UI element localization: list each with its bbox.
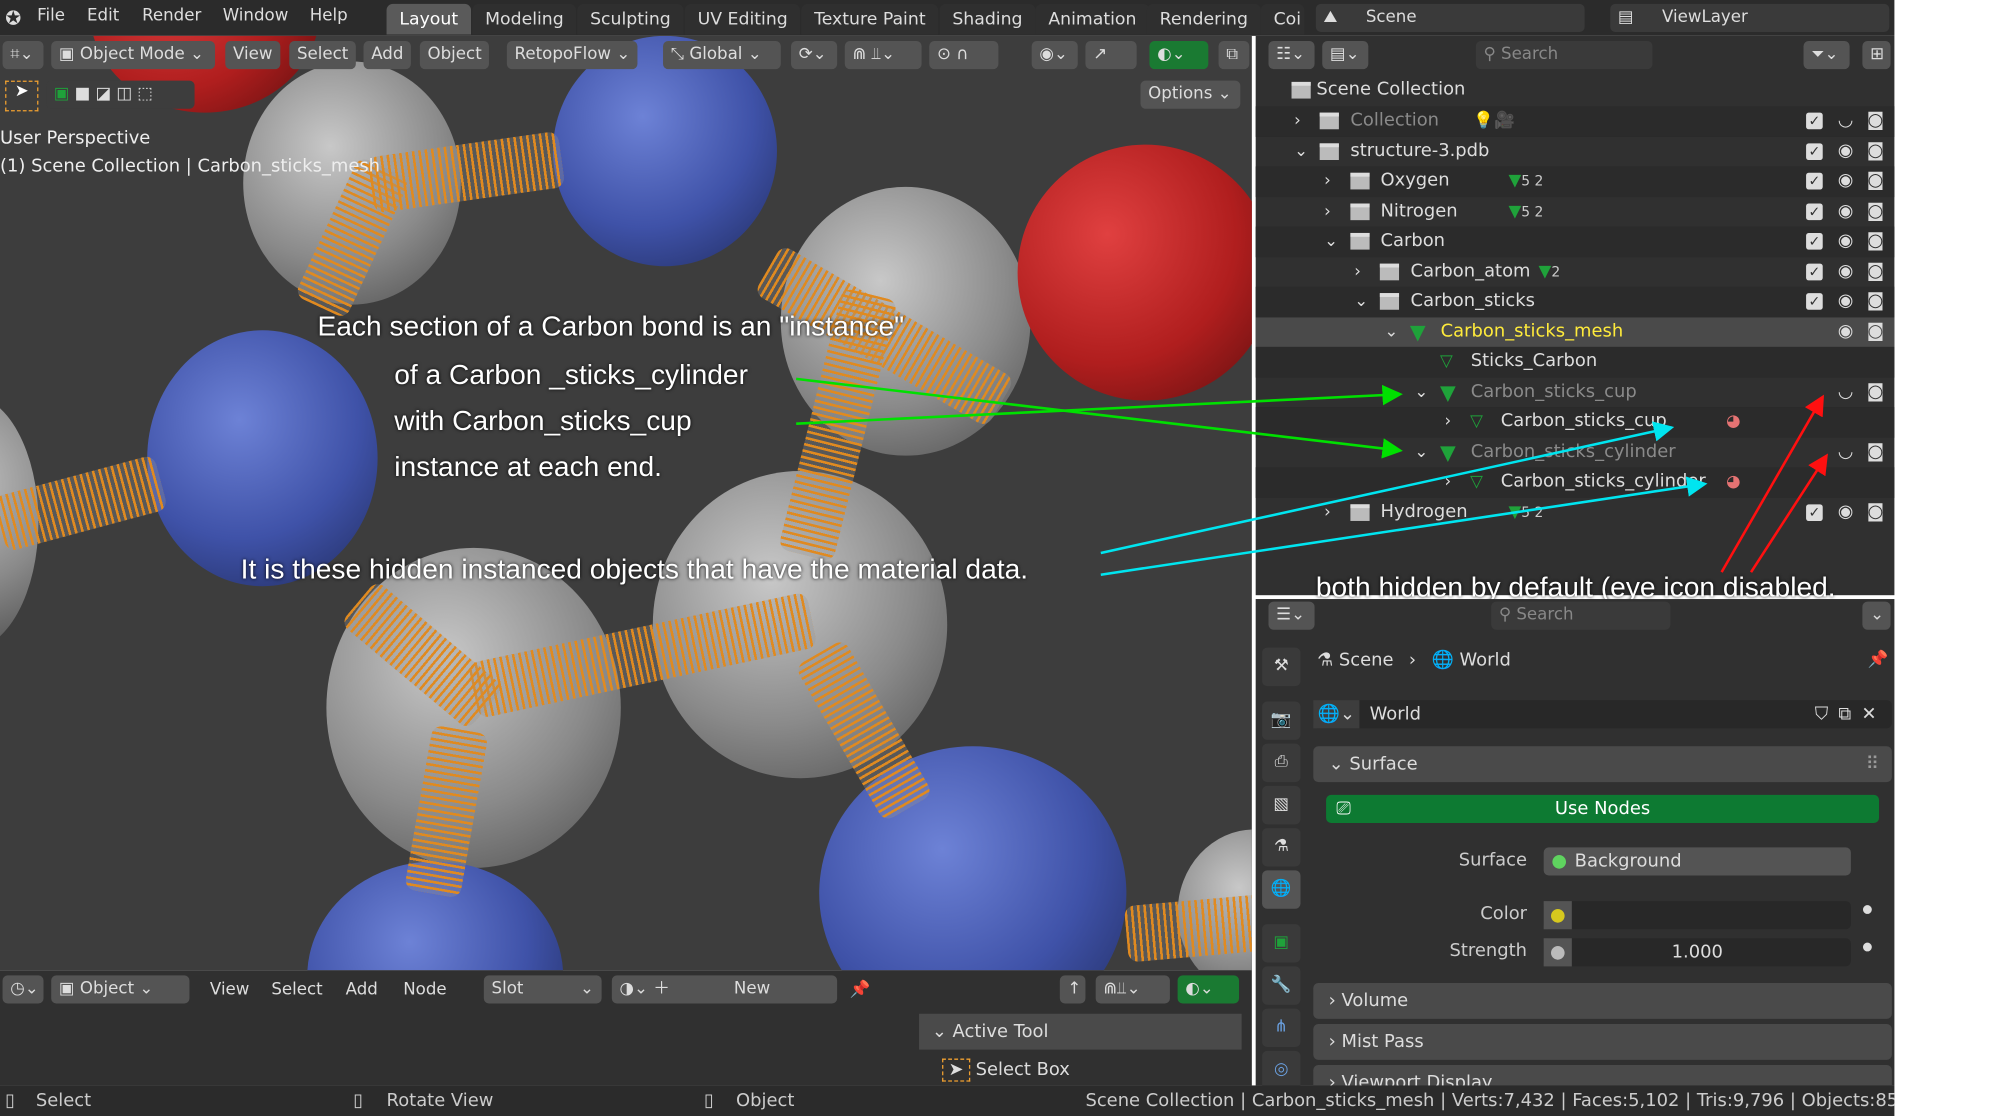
annotation-text: with Carbon_sticks_cup (394, 404, 692, 437)
parent-node-tree-icon[interactable]: ↑ (1059, 975, 1086, 1004)
color-socket-icon: ● (1543, 901, 1572, 930)
active-tool-panel-header[interactable]: ⌄ Active Tool (919, 1013, 1242, 1050)
annotation-text: It is these hidden instanced objects tha… (240, 552, 1029, 585)
drag-handle-icon[interactable]: ⠿ (1866, 746, 1879, 782)
properties-search-input[interactable]: ⚲ Search (1491, 601, 1671, 630)
overlay-toggle-icon[interactable]: ◐⌄ (1177, 975, 1240, 1004)
fake-user-shield-icon[interactable]: ⛉ (1815, 704, 1839, 724)
world-tab-icon[interactable]: 🌐 (1262, 870, 1301, 909)
node-tree-icon: ⎚ (1336, 798, 1351, 820)
viewport-display-panel-header[interactable]: › Viewport Display (1313, 1064, 1892, 1086)
strength-label: Strength (1449, 940, 1528, 962)
arrow-cyan (1100, 421, 1675, 555)
view-layer-tab-icon[interactable]: ▧ (1262, 785, 1301, 825)
shader-menu-node[interactable]: Node (403, 980, 446, 999)
keyframe-dot-icon[interactable]: ● (1862, 904, 1872, 917)
modifier-tab-icon[interactable]: 🔧 (1262, 966, 1301, 1005)
material-icon: ◑⌄ ＋ (619, 979, 670, 999)
snap-icon[interactable]: ⋒⫫⌄ (1095, 975, 1170, 1004)
world-browse-icon[interactable]: 🌐⌄ (1313, 700, 1360, 729)
shader-menu-add[interactable]: Add (346, 980, 378, 999)
object-tab-icon[interactable]: ▣ (1262, 924, 1301, 963)
select-box-icon: ➤ (942, 1058, 970, 1082)
arrow-green (796, 384, 1403, 425)
blender-window: ✪ File Edit Render Window Help Layout Mo… (0, 0, 2006, 1116)
duplicate-icon[interactable]: ⧉ (1838, 704, 1861, 724)
annotation-text: instance at each end. (394, 450, 662, 483)
mouse-middle-icon: ▯ (353, 1090, 364, 1112)
scene-tab-icon[interactable]: ⚗ (1262, 828, 1301, 867)
unlink-close-icon[interactable]: ✕ (1861, 704, 1886, 724)
surface-shader-field[interactable]: ● Background (1543, 847, 1851, 876)
new-material-button[interactable]: ◑⌄ ＋ New (611, 975, 838, 1004)
shader-menu-select[interactable]: Select (271, 980, 322, 999)
color-label: Color (1480, 903, 1528, 925)
render-tab-icon[interactable]: 📷 (1262, 701, 1301, 740)
output-tab-icon[interactable]: ⎙ (1262, 743, 1301, 783)
mist-pass-panel-header[interactable]: › Mist Pass (1313, 1024, 1892, 1060)
breadcrumb: ⚗ Scene › 🌐 World (1317, 650, 1511, 671)
properties-editor: ☰⌄ ⚲ Search ⌄ ⚒ 📷 ⎙ ▧ ⚗ 🌐 ▣ 🔧 ⋔ ◎ ⚗ Scen… (1255, 599, 1895, 1086)
mouse-right-icon: ▯ (704, 1090, 714, 1112)
pin-icon[interactable]: 📌 (850, 980, 871, 999)
mouse-left-icon: ▯ (5, 1090, 15, 1112)
shader-socket-icon: ● (1551, 851, 1567, 872)
world-datablock-field[interactable]: 🌐⌄ World ⛉⧉✕ (1313, 700, 1892, 729)
color-field[interactable]: ● (1543, 901, 1851, 930)
pin-icon[interactable]: 📌 (1868, 650, 1889, 669)
particles-tab-icon[interactable]: ⋔ (1262, 1008, 1301, 1048)
annotation-text: of a Carbon _sticks_cylinder (394, 358, 748, 391)
slot-dropdown[interactable]: Slot ⌄ (483, 975, 602, 1004)
status-rotate-view: Rotate View (386, 1090, 494, 1112)
status-select: Select (35, 1090, 92, 1112)
surface-label: Surface (1458, 849, 1528, 871)
properties-editor-type-icon[interactable]: ☰⌄ (1268, 601, 1315, 630)
world-actions[interactable]: ⛉⧉✕ (1815, 700, 1887, 728)
world-icon: 🌐 (1431, 650, 1460, 671)
scene-icon: ⚗ (1317, 650, 1339, 671)
search-icon: ⚲ (1498, 605, 1517, 625)
arrow-cyan (1100, 476, 1708, 576)
shader-object-dropdown[interactable]: ▣ Object ⌄ (51, 975, 190, 1004)
shader-menu-view[interactable]: View (210, 980, 250, 999)
shader-editor-type-icon[interactable]: ◷⌄ (2, 975, 44, 1004)
physics-tab-icon[interactable]: ◎ (1262, 1050, 1301, 1086)
select-box-tool[interactable]: ➤ Select Box (942, 1058, 1070, 1082)
volume-panel-header[interactable]: › Volume (1313, 983, 1892, 1019)
strength-field[interactable]: ● 1.000 (1543, 938, 1851, 967)
surface-panel-header[interactable]: ⌄ Surface ⠿ (1313, 746, 1892, 783)
options-chevron-icon[interactable]: ⌄ (1862, 601, 1891, 630)
status-object: Object (736, 1090, 795, 1112)
tool-tab-icon[interactable]: ⚒ (1262, 647, 1301, 687)
arrow-red (1749, 453, 1828, 573)
use-nodes-button[interactable]: ⎚ Use Nodes (1326, 794, 1880, 824)
object-icon: ▣ (58, 979, 80, 999)
arrow-green (796, 377, 1403, 459)
annotation-text: Each section of a Carbon bond is an "ins… (317, 309, 905, 342)
shader-editor: ◷⌄ ▣ Object ⌄ View Select Add Node Slot … (0, 970, 1252, 1086)
status-scene-info: Scene Collection | Carbon_sticks_mesh | … (1085, 1090, 1895, 1112)
status-bar: ▯ Select ▯ Rotate View ▯ Object Scene Co… (0, 1085, 1895, 1116)
keyframe-dot-icon[interactable]: ● (1862, 941, 1872, 954)
